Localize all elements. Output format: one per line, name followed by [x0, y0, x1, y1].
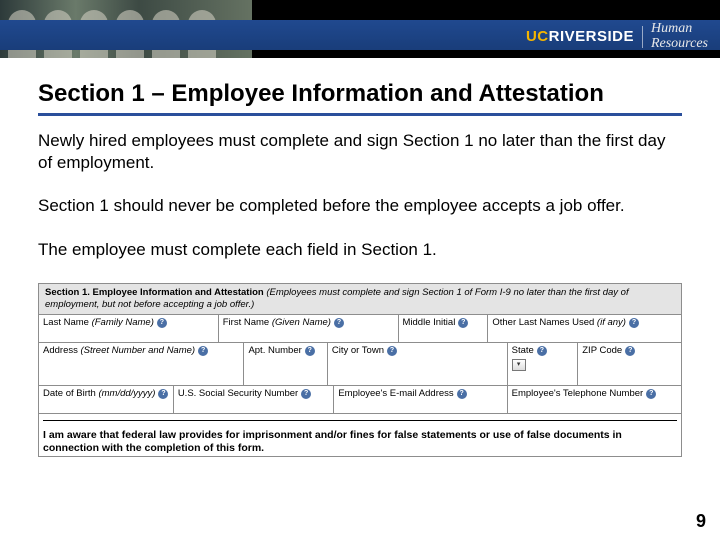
banner-branding: UCRIVERSIDE Human Resources: [526, 22, 708, 51]
help-icon: ?: [158, 389, 168, 399]
field-last-name: Last Name (Family Name) ?: [39, 315, 219, 342]
help-icon: ?: [646, 389, 656, 399]
field-city: City or Town ?: [328, 343, 508, 385]
help-icon: ?: [334, 318, 344, 328]
help-icon: ?: [457, 389, 467, 399]
form-row-dob: Date of Birth (mm/dd/yyyy) ? U.S. Social…: [39, 386, 681, 414]
help-icon: ?: [629, 318, 639, 328]
paragraph-3: The employee must complete each field in…: [38, 239, 682, 261]
separator: [642, 26, 643, 48]
help-icon: ?: [458, 318, 468, 328]
slide-content: Section 1 – Employee Information and Att…: [0, 58, 720, 457]
banner: UCRIVERSIDE Human Resources: [0, 0, 720, 58]
field-address: Address (Street Number and Name) ?: [39, 343, 244, 385]
field-other-last-names: Other Last Names Used (if any) ?: [488, 315, 681, 342]
help-icon: ?: [387, 346, 397, 356]
department-name: Human Resources: [651, 22, 708, 51]
help-icon: ?: [625, 346, 635, 356]
form-row-name: Last Name (Family Name) ? First Name (Gi…: [39, 315, 681, 343]
help-icon: ?: [198, 346, 208, 356]
paragraph-2: Section 1 should never be completed befo…: [38, 195, 682, 217]
field-apt-number: Apt. Number ?: [244, 343, 327, 385]
form-attestation-text: I am aware that federal law provides for…: [43, 420, 677, 456]
paragraph-1: Newly hired employees must complete and …: [38, 130, 682, 174]
help-icon: ?: [157, 318, 167, 328]
slide-title: Section 1 – Employee Information and Att…: [38, 80, 682, 116]
ucr-logo: UCRIVERSIDE: [526, 28, 634, 45]
state-dropdown-icon: ▾: [512, 359, 526, 371]
form-section-header: Section 1. Employee Information and Atte…: [39, 284, 681, 315]
help-icon: ?: [301, 389, 311, 399]
field-phone: Employee's Telephone Number ?: [508, 386, 681, 413]
field-dob: Date of Birth (mm/dd/yyyy) ?: [39, 386, 174, 413]
form-row-address: Address (Street Number and Name) ? Apt. …: [39, 343, 681, 386]
help-icon: ?: [305, 346, 315, 356]
field-first-name: First Name (Given Name) ?: [219, 315, 399, 342]
field-email: Employee's E-mail Address ?: [334, 386, 507, 413]
field-middle-initial: Middle Initial ?: [399, 315, 489, 342]
field-zip: ZIP Code ?: [578, 343, 681, 385]
form-i9-screenshot: Section 1. Employee Information and Atte…: [38, 283, 682, 457]
help-icon: ?: [537, 346, 547, 356]
page-number: 9: [696, 511, 706, 532]
field-state: State? ▾: [508, 343, 579, 385]
field-ssn: U.S. Social Security Number ?: [174, 386, 335, 413]
